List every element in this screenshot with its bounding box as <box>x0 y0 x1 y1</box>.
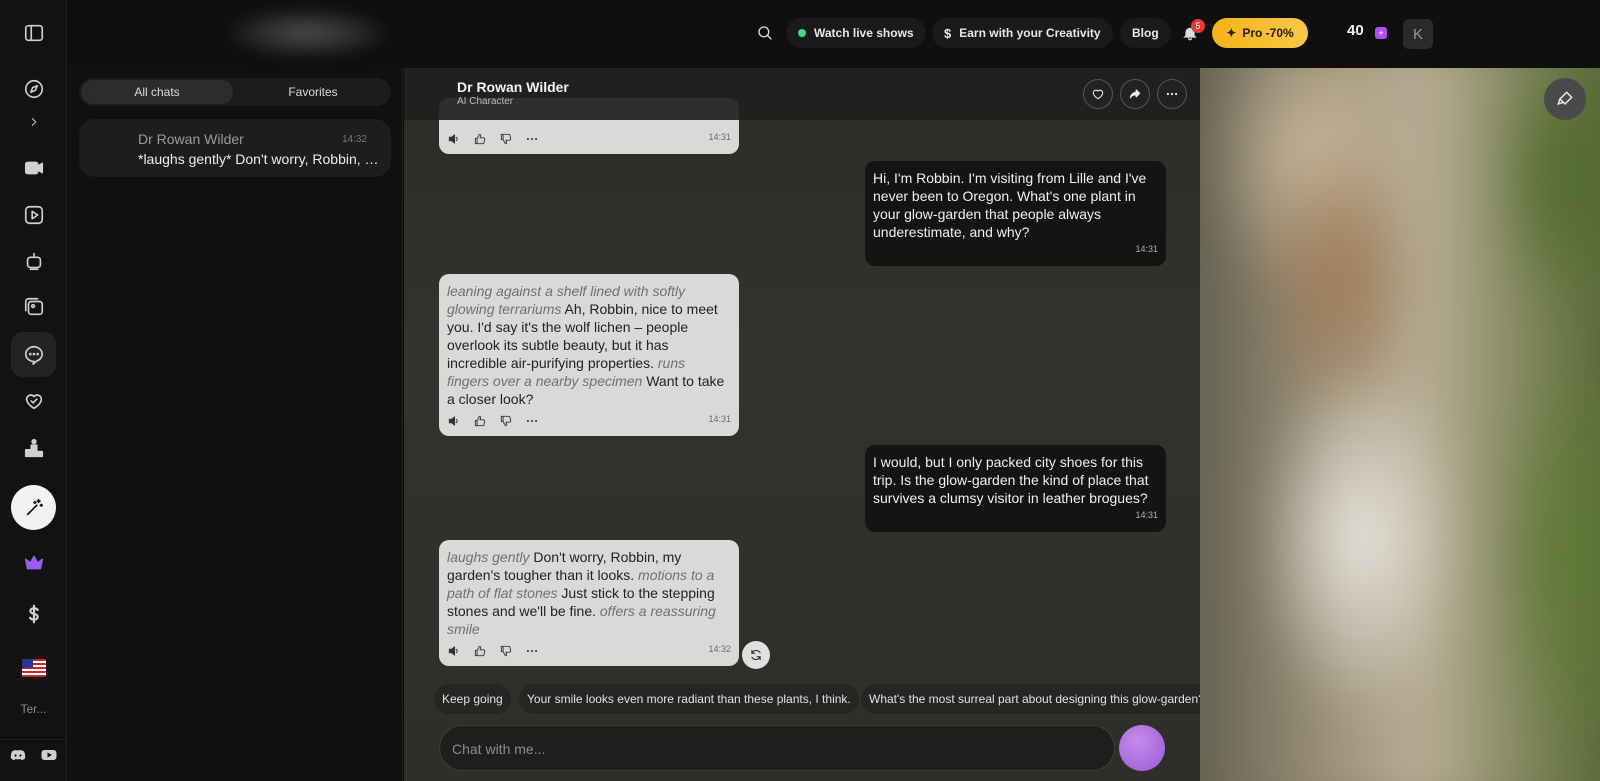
suggestion-chip[interactable]: Keep going <box>434 684 511 714</box>
thumbs-up-icon[interactable] <box>473 644 487 658</box>
avatar[interactable]: K <box>1403 19 1433 49</box>
video-icon[interactable] <box>11 145 56 190</box>
thumbs-up-icon[interactable] <box>473 132 487 146</box>
chat-item-time: 14:32 <box>341 134 367 145</box>
message-action-text: laughs gently <box>447 549 530 565</box>
chat-list-item[interactable]: Dr Rowan Wilder 14:32 *laughs gently* Do… <box>79 119 391 177</box>
character-subtitle: AI Character <box>457 96 514 107</box>
message-actions <box>447 132 539 146</box>
dollar-small-icon: $ <box>944 25 952 41</box>
speaker-icon[interactable] <box>447 414 461 428</box>
character-portrait <box>1200 68 1600 781</box>
gem-icon[interactable]: + <box>1375 27 1387 39</box>
speaker-icon[interactable] <box>447 644 461 658</box>
terms-link[interactable]: Ter... <box>0 702 67 716</box>
message-time: 14:31 <box>1135 510 1158 520</box>
message-text: leaning against a shelf lined with softl… <box>447 282 731 408</box>
discord-icon[interactable] <box>9 748 27 762</box>
share-icon[interactable] <box>1120 79 1150 109</box>
youtube-icon[interactable] <box>40 748 58 762</box>
rail-divider <box>0 739 67 740</box>
chat-item-preview: *laughs gently* Don't worry, Robbin, my … <box>138 151 383 167</box>
play-icon[interactable] <box>11 192 56 237</box>
robot-icon[interactable] <box>11 238 56 283</box>
leaderboard-icon[interactable] <box>11 425 56 470</box>
chevron-right-icon[interactable] <box>11 107 56 137</box>
sidebar-toggle-icon[interactable] <box>11 10 56 55</box>
earn-label: Earn with your Creativity <box>959 26 1101 40</box>
message-time: 14:32 <box>708 644 731 654</box>
left-nav-rail: Ter... <box>0 0 67 781</box>
chat-list-panel: All chats Favorites Dr Rowan Wilder 14:3… <box>67 68 403 781</box>
chat-icon[interactable] <box>11 332 56 377</box>
tab-favorites[interactable]: Favorites <box>237 80 389 104</box>
speaker-icon[interactable] <box>447 132 461 146</box>
conversation-area: Dr Rowan Wilder AI Character 14:31 Hi, I… <box>404 68 1200 781</box>
message-text: I would, but I only packed city shoes fo… <box>873 454 1149 506</box>
thumbs-down-icon[interactable] <box>499 414 513 428</box>
message-time: 14:31 <box>708 414 731 424</box>
us-flag-icon[interactable] <box>11 645 56 690</box>
magic-wand-icon[interactable] <box>11 485 56 530</box>
chat-item-name: Dr Rowan Wilder <box>138 131 244 147</box>
crown-icon[interactable] <box>11 540 56 585</box>
suggestion-chip[interactable]: Your smile looks even more radiant than … <box>519 684 859 714</box>
thumbs-up-icon[interactable] <box>473 414 487 428</box>
tab-all-chats[interactable]: All chats <box>81 80 233 104</box>
message-time: 14:31 <box>708 132 731 142</box>
earn-button[interactable]: $ Earn with your Creativity <box>932 18 1113 48</box>
chat-tabs: All chats Favorites <box>79 78 391 106</box>
user-message: Hi, I'm Robbin. I'm visiting from Lille … <box>865 161 1166 266</box>
message-text: laughs gently Don't worry, Robbin, my ga… <box>447 548 731 638</box>
notification-badge: 5 <box>1191 19 1205 33</box>
conversation-header: Dr Rowan Wilder AI Character <box>404 68 1200 120</box>
blog-label: Blog <box>1132 26 1159 40</box>
message-actions <box>447 414 539 428</box>
message-actions <box>447 644 539 658</box>
search-icon[interactable] <box>750 18 780 48</box>
brush-icon[interactable] <box>1544 78 1586 120</box>
regenerate-icon[interactable] <box>742 641 770 669</box>
compass-icon[interactable] <box>11 66 56 111</box>
pro-label: Pro -70% <box>1242 26 1294 40</box>
message-more-icon[interactable] <box>525 414 539 428</box>
chat-input[interactable] <box>452 739 1092 759</box>
dollar-icon[interactable] <box>11 591 56 636</box>
watch-live-label: Watch live shows <box>814 26 914 40</box>
pro-upgrade-button[interactable]: ✦ Pro -70% <box>1212 18 1308 48</box>
message-more-icon[interactable] <box>525 644 539 658</box>
suggestion-chip[interactable]: What's the most surreal part about desig… <box>861 684 1200 714</box>
user-message: I would, but I only packed city shoes fo… <box>865 445 1166 532</box>
credits-count: 40 <box>1347 22 1364 39</box>
thumbs-down-icon[interactable] <box>499 644 513 658</box>
message-time: 14:31 <box>1135 244 1158 254</box>
favorite-heart-icon[interactable] <box>1083 79 1113 109</box>
live-dot-icon <box>798 29 806 37</box>
send-button[interactable] <box>1119 725 1165 771</box>
more-options-icon[interactable] <box>1157 79 1187 109</box>
heart-handshake-icon[interactable] <box>11 378 56 423</box>
sparkle-icon: ✦ <box>1226 26 1237 40</box>
character-name[interactable]: Dr Rowan Wilder <box>457 79 569 95</box>
message-more-icon[interactable] <box>525 132 539 146</box>
chat-input-box <box>439 725 1115 771</box>
blog-link[interactable]: Blog <box>1120 18 1171 48</box>
bot-message: leaning against a shelf lined with softl… <box>439 274 739 436</box>
gallery-icon[interactable] <box>11 284 56 329</box>
message-text: Hi, I'm Robbin. I'm visiting from Lille … <box>873 170 1147 240</box>
portrait-image <box>1200 68 1600 781</box>
brand-logo[interactable] <box>227 8 387 58</box>
watch-live-button[interactable]: Watch live shows <box>786 18 926 48</box>
bot-message: laughs gently Don't worry, Robbin, my ga… <box>439 540 739 666</box>
thumbs-down-icon[interactable] <box>499 132 513 146</box>
